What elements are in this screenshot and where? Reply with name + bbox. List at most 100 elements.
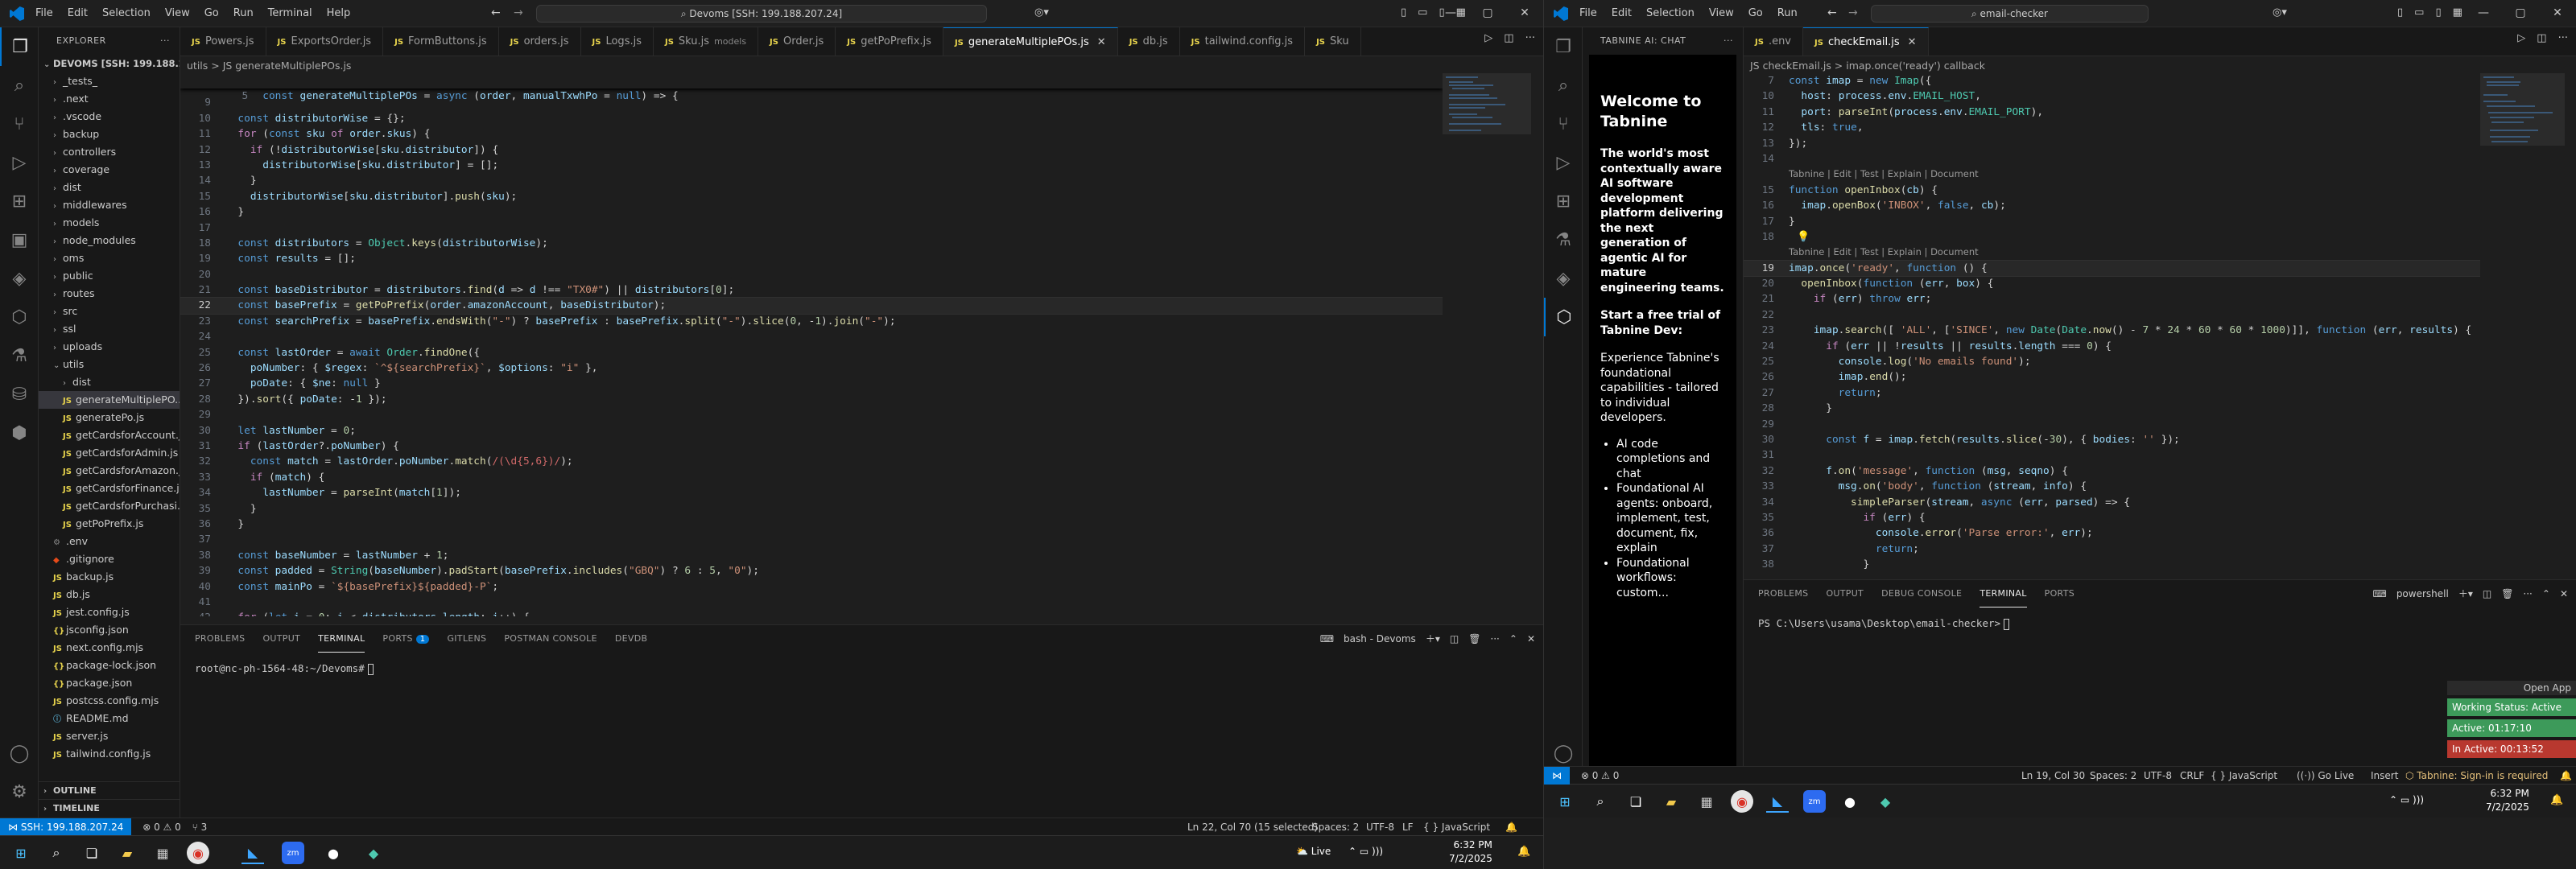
panel-tab[interactable]: OUTPUT <box>1826 580 1864 607</box>
menu-edit[interactable]: Edit <box>68 7 88 19</box>
code-line[interactable]: 18 <box>1744 229 2561 245</box>
editor-tab[interactable]: JS db.js <box>1118 27 1180 56</box>
manage-gear-icon[interactable]: ⚙ <box>0 772 39 811</box>
file-item[interactable]: JS postcss.config.mjs <box>39 692 180 710</box>
editor-tab[interactable]: JS Sku.js models <box>654 27 759 56</box>
maximize-panel-icon[interactable]: ⌃ <box>1509 625 1517 653</box>
folder-item[interactable]: › uploads <box>39 338 180 356</box>
toggle-panel-icon[interactable]: ▭ <box>2414 6 2424 19</box>
remote-indicator[interactable]: ⋈ SSH: 199.188.207.24 <box>0 818 132 836</box>
notifications-icon[interactable]: 🔔 <box>2560 767 2572 785</box>
notifications-icon[interactable]: 🔔 <box>1505 818 1517 836</box>
insert-mode[interactable]: Insert <box>2371 767 2398 785</box>
menu-edit[interactable]: Edit <box>1612 7 1632 19</box>
code-line[interactable]: 15 distributorWise[sku.distributor].push… <box>180 189 1443 204</box>
editor-tab[interactable]: JS getPoPrefix.js <box>836 27 943 56</box>
code-line[interactable]: 41 <box>180 595 1443 610</box>
close-tab-icon[interactable]: ✕ <box>1097 36 1106 48</box>
split-terminal-icon[interactable]: ◫ <box>1450 625 1459 653</box>
store-icon[interactable]: ▦ <box>151 842 174 864</box>
run-debug-icon[interactable]: ▷ <box>1544 143 1583 182</box>
minimap[interactable] <box>2480 73 2565 572</box>
chrome-icon[interactable]: ◉ <box>187 842 209 864</box>
close-panel-icon[interactable]: ✕ <box>2560 580 2568 607</box>
panel-tab[interactable]: DEBUG CONSOLE <box>1881 580 1962 607</box>
explorer-icon[interactable]: ❐ <box>1544 27 1583 66</box>
code-line[interactable]: 34 lastNumber = parseInt(match[1]); <box>180 485 1443 500</box>
code-line[interactable]: 27 return; <box>1744 385 2561 401</box>
minimize-icon[interactable]: — <box>2465 0 2502 27</box>
code-line[interactable]: 25 const lastOrder = await Order.findOne… <box>180 345 1443 360</box>
code-line[interactable]: 32 f.on('message', function (msg, seqno)… <box>1744 463 2561 479</box>
source-control-icon[interactable]: ⑂ <box>1544 105 1583 143</box>
more-actions-icon[interactable]: ··· <box>2558 32 2568 44</box>
tabnine-status[interactable]: ⬡ Tabnine: Sign-in is required <box>2405 767 2548 785</box>
code-line[interactable]: 21 const baseDistributor = distributors.… <box>180 282 1443 298</box>
menu-selection[interactable]: Selection <box>1646 7 1695 19</box>
code-line[interactable]: 39 const padded = String(baseNumber).pad… <box>180 563 1443 579</box>
problems-indicator[interactable]: ⊗ 0 ⚠ 0 <box>142 822 181 833</box>
code-line[interactable]: 22 <box>1744 307 2561 323</box>
code-line[interactable]: 33 if (match) { <box>180 470 1443 485</box>
command-center-search[interactable]: ⌕ Devoms [SSH: 199.188.207.24] <box>536 5 987 23</box>
new-terminal-icon[interactable]: ＋▾ <box>2458 580 2473 607</box>
gitlens-icon[interactable]: ◈ <box>1544 259 1583 298</box>
editor-tab[interactable]: JS FormButtons.js <box>383 27 499 56</box>
code-line[interactable]: 16 } <box>180 204 1443 220</box>
file-item[interactable]: JS tailwind.config.js <box>39 745 180 763</box>
code-line[interactable]: 38 const baseNumber = lastNumber + 1; <box>180 548 1443 563</box>
cursor-position[interactable]: Ln 22, Col 70 (15 selected) <box>1187 818 1318 836</box>
code-line[interactable]: 35 } <box>180 501 1443 517</box>
app-icon[interactable]: ◆ <box>1874 790 1897 813</box>
breadcrumb[interactable]: JS checkEmail.js > imap.once('ready') ca… <box>1750 57 1985 75</box>
terminal-name[interactable]: bash - Devoms <box>1344 625 1416 653</box>
app-icon[interactable]: ● <box>1839 790 1861 813</box>
eol[interactable]: LF <box>1402 818 1414 836</box>
app-icon[interactable]: ● <box>322 842 345 864</box>
folder-item[interactable]: › node_modules <box>39 232 180 249</box>
folder-item[interactable]: › dist <box>39 373 180 391</box>
extensions-icon[interactable]: ⊞ <box>1544 182 1583 220</box>
editor-tab[interactable]: JS generateMultiplePOs.js ✕ <box>943 27 1118 56</box>
cursor-position[interactable]: Ln 19, Col 30 <box>2021 767 2085 785</box>
forward-arrow-icon[interactable]: → <box>1848 6 1858 19</box>
close-panel-icon[interactable]: ✕ <box>1527 625 1535 653</box>
code-line[interactable]: 37 return; <box>1744 542 2561 557</box>
minimize-icon[interactable]: — <box>1432 0 1469 27</box>
breadcrumb[interactable]: utils > JS generateMultiplePOs.js <box>187 57 351 75</box>
code-line[interactable]: 23 imap.search([ 'ALL', ['SINCE', new Da… <box>1744 323 2561 338</box>
code-line[interactable]: 26 poNumber: { $regex: `^${searchPrefix}… <box>180 360 1443 376</box>
panel-tab[interactable]: GITLENS <box>447 625 486 653</box>
menu-go[interactable]: Go <box>1748 7 1763 19</box>
explorer-icon[interactable]: ❐ <box>0 27 39 66</box>
extensions-icon[interactable]: ⊞ <box>0 182 39 220</box>
code-line[interactable]: 22 const basePrefix = getPoPrefix(order.… <box>180 297 1443 315</box>
code-line[interactable]: 10 const distributorWise = {}; <box>180 111 1443 126</box>
editor-tab[interactable]: JS Powers.js <box>180 27 266 56</box>
language-mode[interactable]: { } JavaScript <box>2211 767 2277 785</box>
file-item[interactable]: JS getCardsforAdmin.js <box>39 444 180 462</box>
code-line[interactable]: 32 const match = lastOrder.poNumber.matc… <box>180 454 1443 469</box>
file-item[interactable]: JS server.js <box>39 727 180 745</box>
more-actions-icon[interactable]: ··· <box>1724 27 1733 55</box>
panel-tab[interactable]: PORTS 1 <box>382 625 430 653</box>
file-item[interactable]: JS getPoPrefix.js <box>39 515 180 533</box>
folder-item[interactable]: › coverage <box>39 161 180 179</box>
menu-file[interactable]: File <box>35 7 53 19</box>
code-line[interactable]: 11 port: parseInt(process.env.EMAIL_PORT… <box>1744 105 2561 120</box>
code-line[interactable]: 13 distributorWise[sku.distributor] = []… <box>180 158 1443 173</box>
testing-icon[interactable]: ⚗ <box>1544 220 1583 259</box>
folder-item[interactable]: ⌄ utils <box>39 356 180 373</box>
code-line[interactable]: 35 if (err) { <box>1744 510 2561 525</box>
copilot-icon[interactable]: ◎▾ <box>1034 6 1049 19</box>
code-line[interactable]: 17 <box>180 220 1443 236</box>
run-icon[interactable]: ▷ <box>2517 32 2525 44</box>
code-line[interactable]: 13}); <box>1744 136 2561 151</box>
panel-tab[interactable]: TERMINAL <box>318 625 365 653</box>
code-editor[interactable]: 5 const generateMultiplePOs = async (orde… <box>180 73 1443 616</box>
code-line[interactable]: 19 imap.once('ready', function () { <box>1744 259 2561 278</box>
minimap[interactable] <box>1443 73 1531 616</box>
more-actions-icon[interactable]: ··· <box>2523 580 2532 607</box>
encoding[interactable]: UTF-8 <box>1366 818 1394 836</box>
search-icon[interactable]: ⌕ <box>1589 790 1612 813</box>
